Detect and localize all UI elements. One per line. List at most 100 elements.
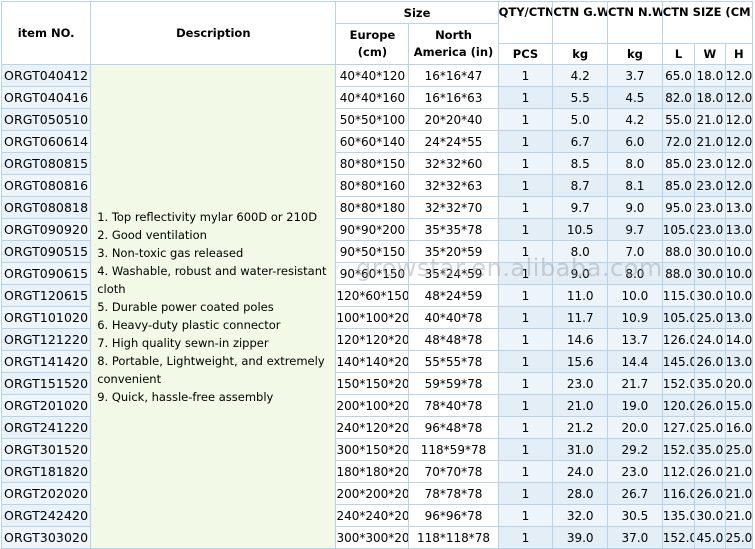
qty-cell: 1 xyxy=(497,482,554,505)
carton-width-cell: 26.0 xyxy=(694,394,726,417)
north-america-size-cell: 96*48*78 xyxy=(408,416,499,439)
item-number-cell: ORGT040416 xyxy=(0,86,92,109)
qty-cell: 1 xyxy=(497,64,554,87)
gross-weight-cell: 11.0 xyxy=(552,284,609,307)
description-line: 8. Portable, Lightweight, and extremely … xyxy=(97,353,325,386)
net-weight-cell: 10.0 xyxy=(607,284,663,307)
carton-width-cell: 45.0 xyxy=(694,526,726,549)
net-weight-cell: 20.0 xyxy=(607,416,663,439)
net-weight-cell: 9.7 xyxy=(607,218,663,241)
gross-weight-cell: 8.7 xyxy=(552,174,609,197)
item-number-cell: ORGT090920 xyxy=(0,218,92,241)
carton-height-cell: 13.0 xyxy=(724,306,754,329)
carton-length-cell: 88.0 xyxy=(661,240,696,263)
qty-cell: 1 xyxy=(497,152,554,175)
north-america-size-cell: 35*24*59 xyxy=(408,262,499,285)
header-h: H xyxy=(724,43,754,65)
carton-height-cell: 21.0 xyxy=(724,504,754,527)
item-number-cell: ORGT242420 xyxy=(0,504,92,527)
description-line: 5. Durable power coated poles xyxy=(97,299,274,314)
net-weight-cell: 23.0 xyxy=(607,460,663,483)
north-america-size-cell: 32*32*70 xyxy=(408,196,499,219)
europe-size-cell: 200*100*200 xyxy=(335,394,410,417)
header-size: Size xyxy=(335,1,499,24)
europe-size-cell: 100*100*200 xyxy=(335,306,410,329)
description-line: 3. Non-toxic gas released xyxy=(97,245,244,260)
carton-height-cell: 10.0 xyxy=(724,284,754,307)
carton-length-cell: 85.0 xyxy=(661,152,696,175)
carton-height-cell: 12.0 xyxy=(724,152,754,175)
net-weight-cell: 8.0 xyxy=(607,152,663,175)
carton-height-cell: 16.0 xyxy=(724,416,754,439)
gross-weight-cell: 10.5 xyxy=(552,218,609,241)
qty-cell: 1 xyxy=(497,108,554,131)
table-header: item NO. Description Size QTY/CTN CTN G.… xyxy=(0,1,754,65)
qty-cell: 1 xyxy=(497,262,554,285)
item-number-cell: ORGT202020 xyxy=(0,482,92,505)
carton-height-cell: 13.0 xyxy=(724,196,754,219)
north-america-size-cell: 24*24*55 xyxy=(408,130,499,153)
description-cell: 1. Top reflectivity mylar 600D or 210D 2.… xyxy=(90,64,337,549)
net-weight-cell: 7.0 xyxy=(607,240,663,263)
header-l: L xyxy=(661,43,696,65)
qty-cell: 1 xyxy=(497,350,554,373)
header-item-no: item NO. xyxy=(0,1,92,65)
carton-width-cell: 23.0 xyxy=(694,152,726,175)
europe-size-cell: 300*300*200 xyxy=(335,526,410,549)
gross-weight-cell: 5.0 xyxy=(552,108,609,131)
gross-weight-cell: 32.0 xyxy=(552,504,609,527)
gross-weight-cell: 15.6 xyxy=(552,350,609,373)
north-america-size-cell: 40*40*78 xyxy=(408,306,499,329)
carton-width-cell: 30.0 xyxy=(694,240,726,263)
qty-cell: 1 xyxy=(497,328,554,351)
carton-width-cell: 30.0 xyxy=(694,504,726,527)
north-america-size-cell: 48*24*59 xyxy=(408,284,499,307)
carton-height-cell: 12.0 xyxy=(724,64,754,87)
table-body: ORGT040412 1. Top reflectivity mylar 600D… xyxy=(0,64,754,549)
carton-height-cell: 15.0 xyxy=(724,394,754,417)
europe-size-cell: 80*80*160 xyxy=(335,174,410,197)
europe-size-cell: 90*60*150 xyxy=(335,262,410,285)
qty-cell: 1 xyxy=(497,218,554,241)
europe-size-cell: 140*140*200 xyxy=(335,350,410,373)
carton-height-cell: 13.0 xyxy=(724,218,754,241)
carton-length-cell: 126.0 xyxy=(661,328,696,351)
qty-cell: 1 xyxy=(497,130,554,153)
description-line: 1. Top reflectivity mylar 600D or 210D xyxy=(97,209,318,224)
north-america-size-cell: 78*40*78 xyxy=(408,394,499,417)
item-number-cell: ORGT181820 xyxy=(0,460,92,483)
carton-length-cell: 152.0 xyxy=(661,372,696,395)
carton-length-cell: 72.0 xyxy=(661,130,696,153)
north-america-size-cell: 32*32*63 xyxy=(408,174,499,197)
item-number-cell: ORGT141420 xyxy=(0,350,92,373)
gross-weight-cell: 39.0 xyxy=(552,526,609,549)
europe-size-cell: 150*150*200 xyxy=(335,372,410,395)
item-number-cell: ORGT060614 xyxy=(0,130,92,153)
qty-cell: 1 xyxy=(497,306,554,329)
europe-size-cell: 90*50*150 xyxy=(335,240,410,263)
product-spec-table: item NO. Description Size QTY/CTN CTN G.… xyxy=(0,1,754,549)
carton-length-cell: 95.0 xyxy=(661,196,696,219)
europe-size-cell: 240*120*200 xyxy=(335,416,410,439)
europe-size-cell: 300*150*200 xyxy=(335,438,410,461)
gross-weight-cell: 31.0 xyxy=(552,438,609,461)
gross-weight-cell: 28.0 xyxy=(552,482,609,505)
carton-height-cell: 12.0 xyxy=(724,130,754,153)
item-number-cell: ORGT301520 xyxy=(0,438,92,461)
north-america-size-cell: 35*20*59 xyxy=(408,240,499,263)
carton-length-cell: 65.0 xyxy=(661,64,696,87)
carton-height-cell: 10.0 xyxy=(724,240,754,263)
description-line: 6. Heavy-duty plastic connector xyxy=(97,317,281,332)
item-number-cell: ORGT151520 xyxy=(0,372,92,395)
carton-height-cell: 12.0 xyxy=(724,174,754,197)
net-weight-cell: 8.0 xyxy=(607,262,663,285)
qty-cell: 1 xyxy=(497,438,554,461)
net-weight-cell: 3.7 xyxy=(607,64,663,87)
north-america-size-cell: 55*55*78 xyxy=(408,350,499,373)
carton-height-cell: 20.0 xyxy=(724,372,754,395)
gross-weight-cell: 11.7 xyxy=(552,306,609,329)
qty-cell: 1 xyxy=(497,372,554,395)
carton-height-cell: 12.0 xyxy=(724,108,754,131)
net-weight-cell: 4.2 xyxy=(607,108,663,131)
carton-width-cell: 21.0 xyxy=(694,108,726,131)
